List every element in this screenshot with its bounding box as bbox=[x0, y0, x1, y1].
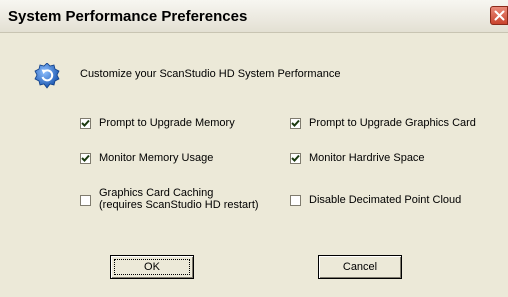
ok-button[interactable]: OK bbox=[110, 255, 194, 279]
close-icon bbox=[494, 10, 505, 21]
checkbox-graphics-caching[interactable] bbox=[80, 195, 91, 206]
option-label: Monitor Memory Usage bbox=[99, 152, 214, 164]
option-label: Disable Decimated Point Cloud bbox=[309, 194, 462, 206]
checkmark-icon bbox=[81, 154, 90, 162]
option-label-line2: (requires ScanStudio HD restart) bbox=[99, 199, 259, 211]
option-label: Prompt to Upgrade Memory bbox=[99, 117, 235, 129]
window-title: System Performance Preferences bbox=[8, 8, 248, 25]
title-bar[interactable]: System Performance Preferences bbox=[0, 0, 508, 33]
option-label: Monitor Hardrive Space bbox=[309, 152, 425, 164]
checkbox-prompt-upgrade-memory[interactable] bbox=[80, 118, 91, 129]
checkbox-monitor-memory[interactable] bbox=[80, 153, 91, 164]
cancel-button[interactable]: Cancel bbox=[318, 255, 402, 279]
checkbox-prompt-upgrade-graphics[interactable] bbox=[290, 118, 301, 129]
checkmark-icon bbox=[291, 119, 300, 127]
checkbox-disable-decimated[interactable] bbox=[290, 195, 301, 206]
refresh-icon bbox=[34, 63, 60, 89]
close-button[interactable] bbox=[490, 6, 508, 25]
option-label: Prompt to Upgrade Graphics Card bbox=[309, 117, 476, 129]
system-performance-dialog: System Performance Preferences Customize… bbox=[0, 0, 508, 297]
header-text: Customize your ScanStudio HD System Perf… bbox=[80, 68, 341, 80]
checkbox-monitor-hardrive[interactable] bbox=[290, 153, 301, 164]
checkmark-icon bbox=[81, 119, 90, 127]
checkmark-icon bbox=[291, 154, 300, 162]
